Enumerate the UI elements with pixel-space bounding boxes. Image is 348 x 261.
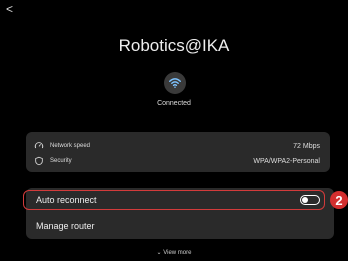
network-speed-row: Network speed 72 Mbps <box>26 139 330 153</box>
shield-icon <box>35 156 43 166</box>
annotation-badge: 2 <box>330 191 348 209</box>
network-info-card: Network speed 72 Mbps Security WPA/WPA2-… <box>26 132 330 172</box>
network-speed-label: Network speed <box>50 143 91 149</box>
chevron-down-icon: ⌄ <box>156 250 162 256</box>
network-speed-value: 72 Mbps <box>293 142 320 150</box>
security-row: Security WPA/WPA2-Personal <box>26 154 330 168</box>
wifi-icon <box>164 72 186 94</box>
manage-router-label: Manage router <box>36 221 95 231</box>
security-label: Security <box>50 158 72 164</box>
back-button[interactable]: < <box>6 2 13 16</box>
toggle-knob <box>302 197 308 203</box>
auto-reconnect-toggle[interactable] <box>300 195 320 205</box>
connection-status: Connected <box>157 100 191 107</box>
security-value: WPA/WPA2-Personal <box>253 157 320 165</box>
auto-reconnect-highlight <box>23 190 325 210</box>
speed-gauge-icon <box>34 142 44 149</box>
view-more-link[interactable]: ⌄ View more <box>0 249 348 256</box>
manage-router-row[interactable]: Manage router <box>26 214 334 238</box>
view-more-label: View more <box>163 250 192 256</box>
network-title: Robotics@IKA <box>118 36 230 55</box>
